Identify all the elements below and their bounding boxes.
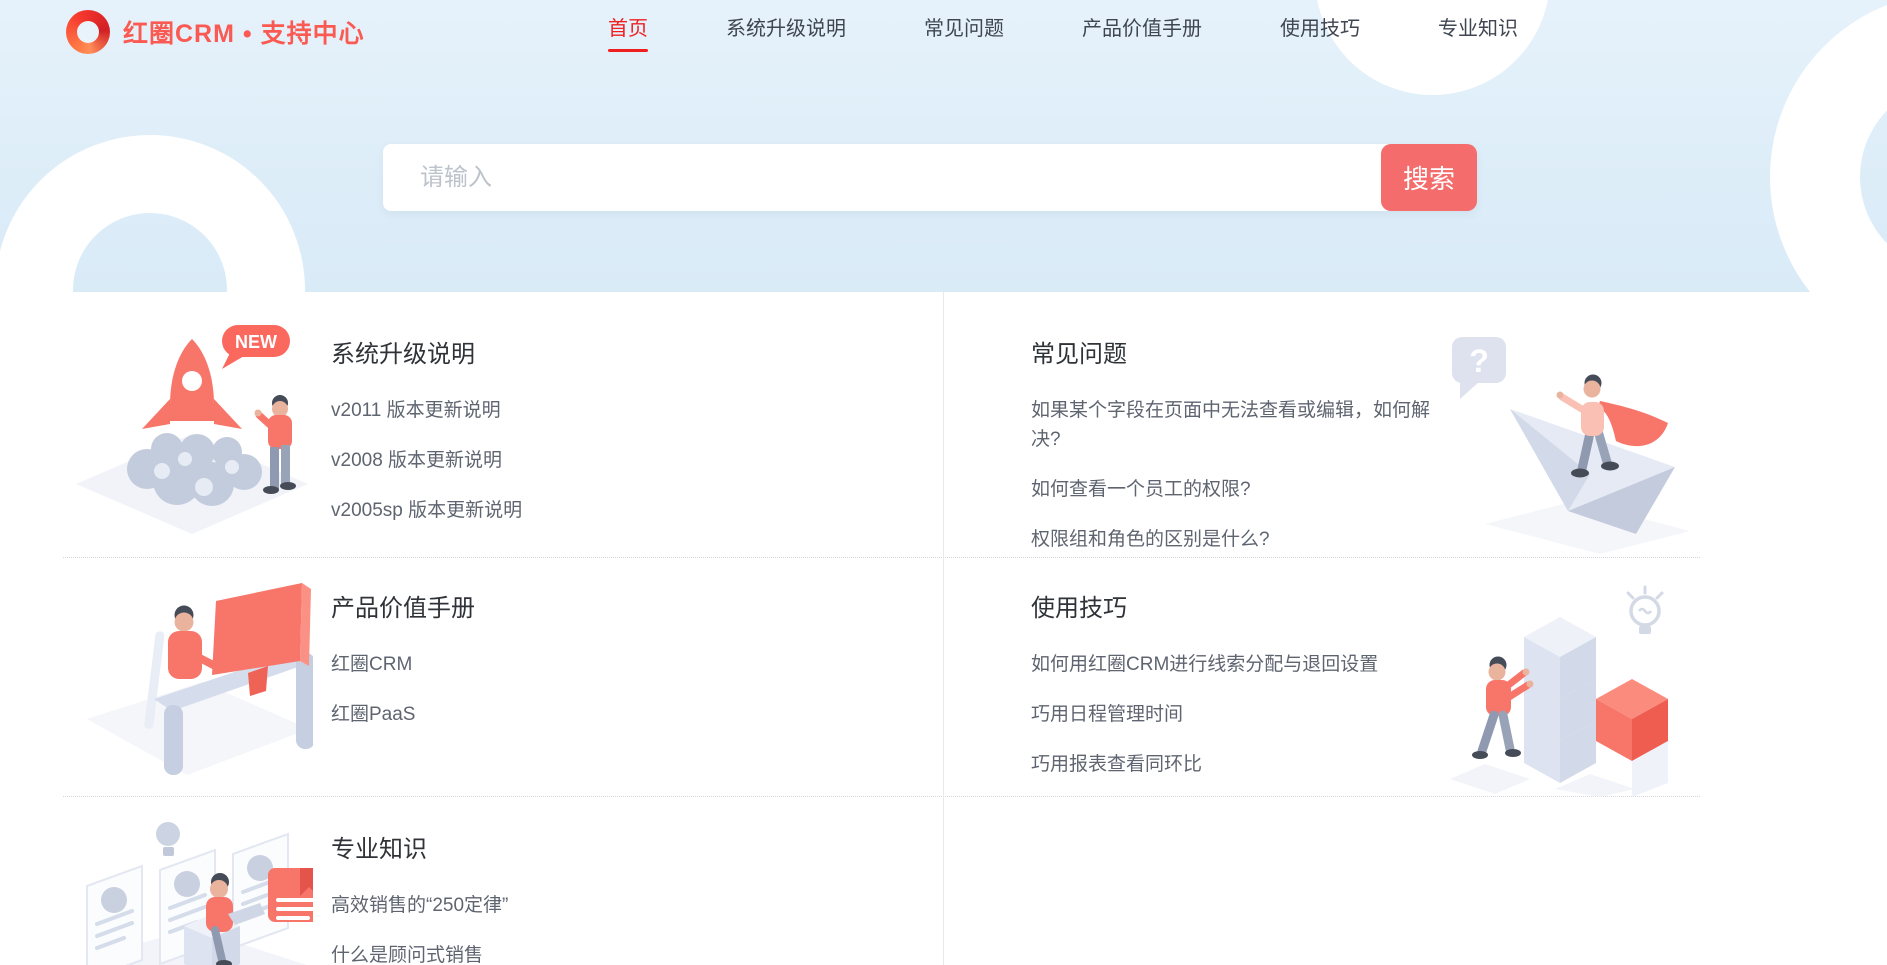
link-schedule-management[interactable]: 巧用日程管理时间 <box>1031 700 1440 729</box>
support-center-page: 红圈CRM • 支持中心 首页 系统升级说明 常见问题 产品价值手册 使用技巧 … <box>0 0 1887 965</box>
decorative-ring-left <box>0 135 305 292</box>
section-faq: 常见问题 如果某个字段在页面中无法查看或编辑，如何解决? 如何查看一个员工的权限… <box>943 292 1700 557</box>
nav-item-home[interactable]: 首页 <box>608 12 648 41</box>
section-title-tips: 使用技巧 <box>1031 588 1440 623</box>
section-title-system-upgrade: 系统升级说明 <box>331 334 522 369</box>
search-bar: 搜索 <box>383 144 1477 211</box>
rocket-launch-illustration: NEW <box>72 319 313 557</box>
content-area: NEW 系统升级说明 v2011 版本更新说明 v2008 版本更新说明 v20… <box>0 292 1887 965</box>
book-icon <box>268 868 313 922</box>
red-ring-logo-icon <box>66 10 110 54</box>
main-nav: 首页 系统升级说明 常见问题 产品价值手册 使用技巧 专业知识 <box>608 0 1518 52</box>
brand-logo[interactable]: 红圈CRM • 支持中心 <box>66 10 365 54</box>
nav-item-faq[interactable]: 常见问题 <box>924 12 1004 41</box>
link-faq-field-visibility[interactable]: 如果某个字段在页面中无法查看或编辑，如何解决? <box>1031 396 1440 454</box>
link-v2008[interactable]: v2008 版本更新说明 <box>331 446 522 475</box>
lightbulb-icon <box>1628 587 1662 634</box>
link-consultative-selling[interactable]: 什么是顾问式销售 <box>331 941 508 965</box>
link-faq-permission-group-role[interactable]: 权限组和角色的区别是什么? <box>1031 525 1440 554</box>
new-badge-label: NEW <box>235 332 277 352</box>
nav-item-product-value[interactable]: 产品价值手册 <box>1082 12 1202 41</box>
search-button[interactable]: 搜索 <box>1381 144 1477 211</box>
link-hongquan-paas[interactable]: 红圈PaaS <box>331 700 475 729</box>
section-knowledge: 专业知识 高效销售的“250定律” 什么是顾问式销售 <box>63 797 943 965</box>
brand-logo-text: 红圈CRM • 支持中心 <box>123 14 365 50</box>
nav-item-knowledge[interactable]: 专业知识 <box>1438 12 1518 41</box>
nav-item-tips[interactable]: 使用技巧 <box>1280 12 1360 41</box>
desk-monitor-illustration <box>72 579 313 796</box>
section-tips: 使用技巧 如何用红圈CRM进行线索分配与退回设置 巧用日程管理时间 巧用报表查看… <box>943 558 1700 796</box>
section-system-upgrade: NEW 系统升级说明 v2011 版本更新说明 v2008 版本更新说明 v20… <box>63 292 943 557</box>
paper-plane-illustration: ? <box>1440 319 1700 557</box>
content-row-1: NEW 系统升级说明 v2011 版本更新说明 v2008 版本更新说明 v20… <box>63 292 1700 557</box>
column-divider <box>943 292 944 965</box>
section-title-faq: 常见问题 <box>1031 334 1440 369</box>
question-bubble-label: ? <box>1469 343 1489 379</box>
content-row-3: 专业知识 高效销售的“250定律” 什么是顾问式销售 <box>63 797 1700 965</box>
link-report-comparison[interactable]: 巧用报表查看同环比 <box>1031 750 1440 779</box>
link-hongquan-crm[interactable]: 红圈CRM <box>331 650 475 679</box>
section-title-product-value: 产品价值手册 <box>331 588 475 623</box>
search-input[interactable] <box>383 144 1388 211</box>
content-row-2: 产品价值手册 红圈CRM 红圈PaaS 使用技巧 如何用红圈CRM进行线索分配与… <box>63 558 1700 796</box>
header: 红圈CRM • 支持中心 首页 系统升级说明 常见问题 产品价值手册 使用技巧 … <box>0 0 1887 66</box>
building-blocks-illustration <box>1440 579 1700 796</box>
link-v2011[interactable]: v2011 版本更新说明 <box>331 396 522 425</box>
hero-section: 红圈CRM • 支持中心 首页 系统升级说明 常见问题 产品价值手册 使用技巧 … <box>0 0 1887 292</box>
section-product-value: 产品价值手册 红圈CRM 红圈PaaS <box>63 558 943 796</box>
section-title-knowledge: 专业知识 <box>331 829 508 864</box>
link-faq-employee-permission[interactable]: 如何查看一个员工的权限? <box>1031 475 1440 504</box>
link-250-rule[interactable]: 高效销售的“250定律” <box>331 891 508 920</box>
link-v2005sp[interactable]: v2005sp 版本更新说明 <box>331 496 522 525</box>
new-badge: NEW <box>222 325 290 369</box>
empty-cell <box>943 797 1700 965</box>
link-lead-assignment[interactable]: 如何用红圈CRM进行线索分配与退回设置 <box>1031 650 1440 679</box>
documents-reading-illustration <box>72 808 313 965</box>
nav-item-system-upgrade[interactable]: 系统升级说明 <box>726 12 846 41</box>
